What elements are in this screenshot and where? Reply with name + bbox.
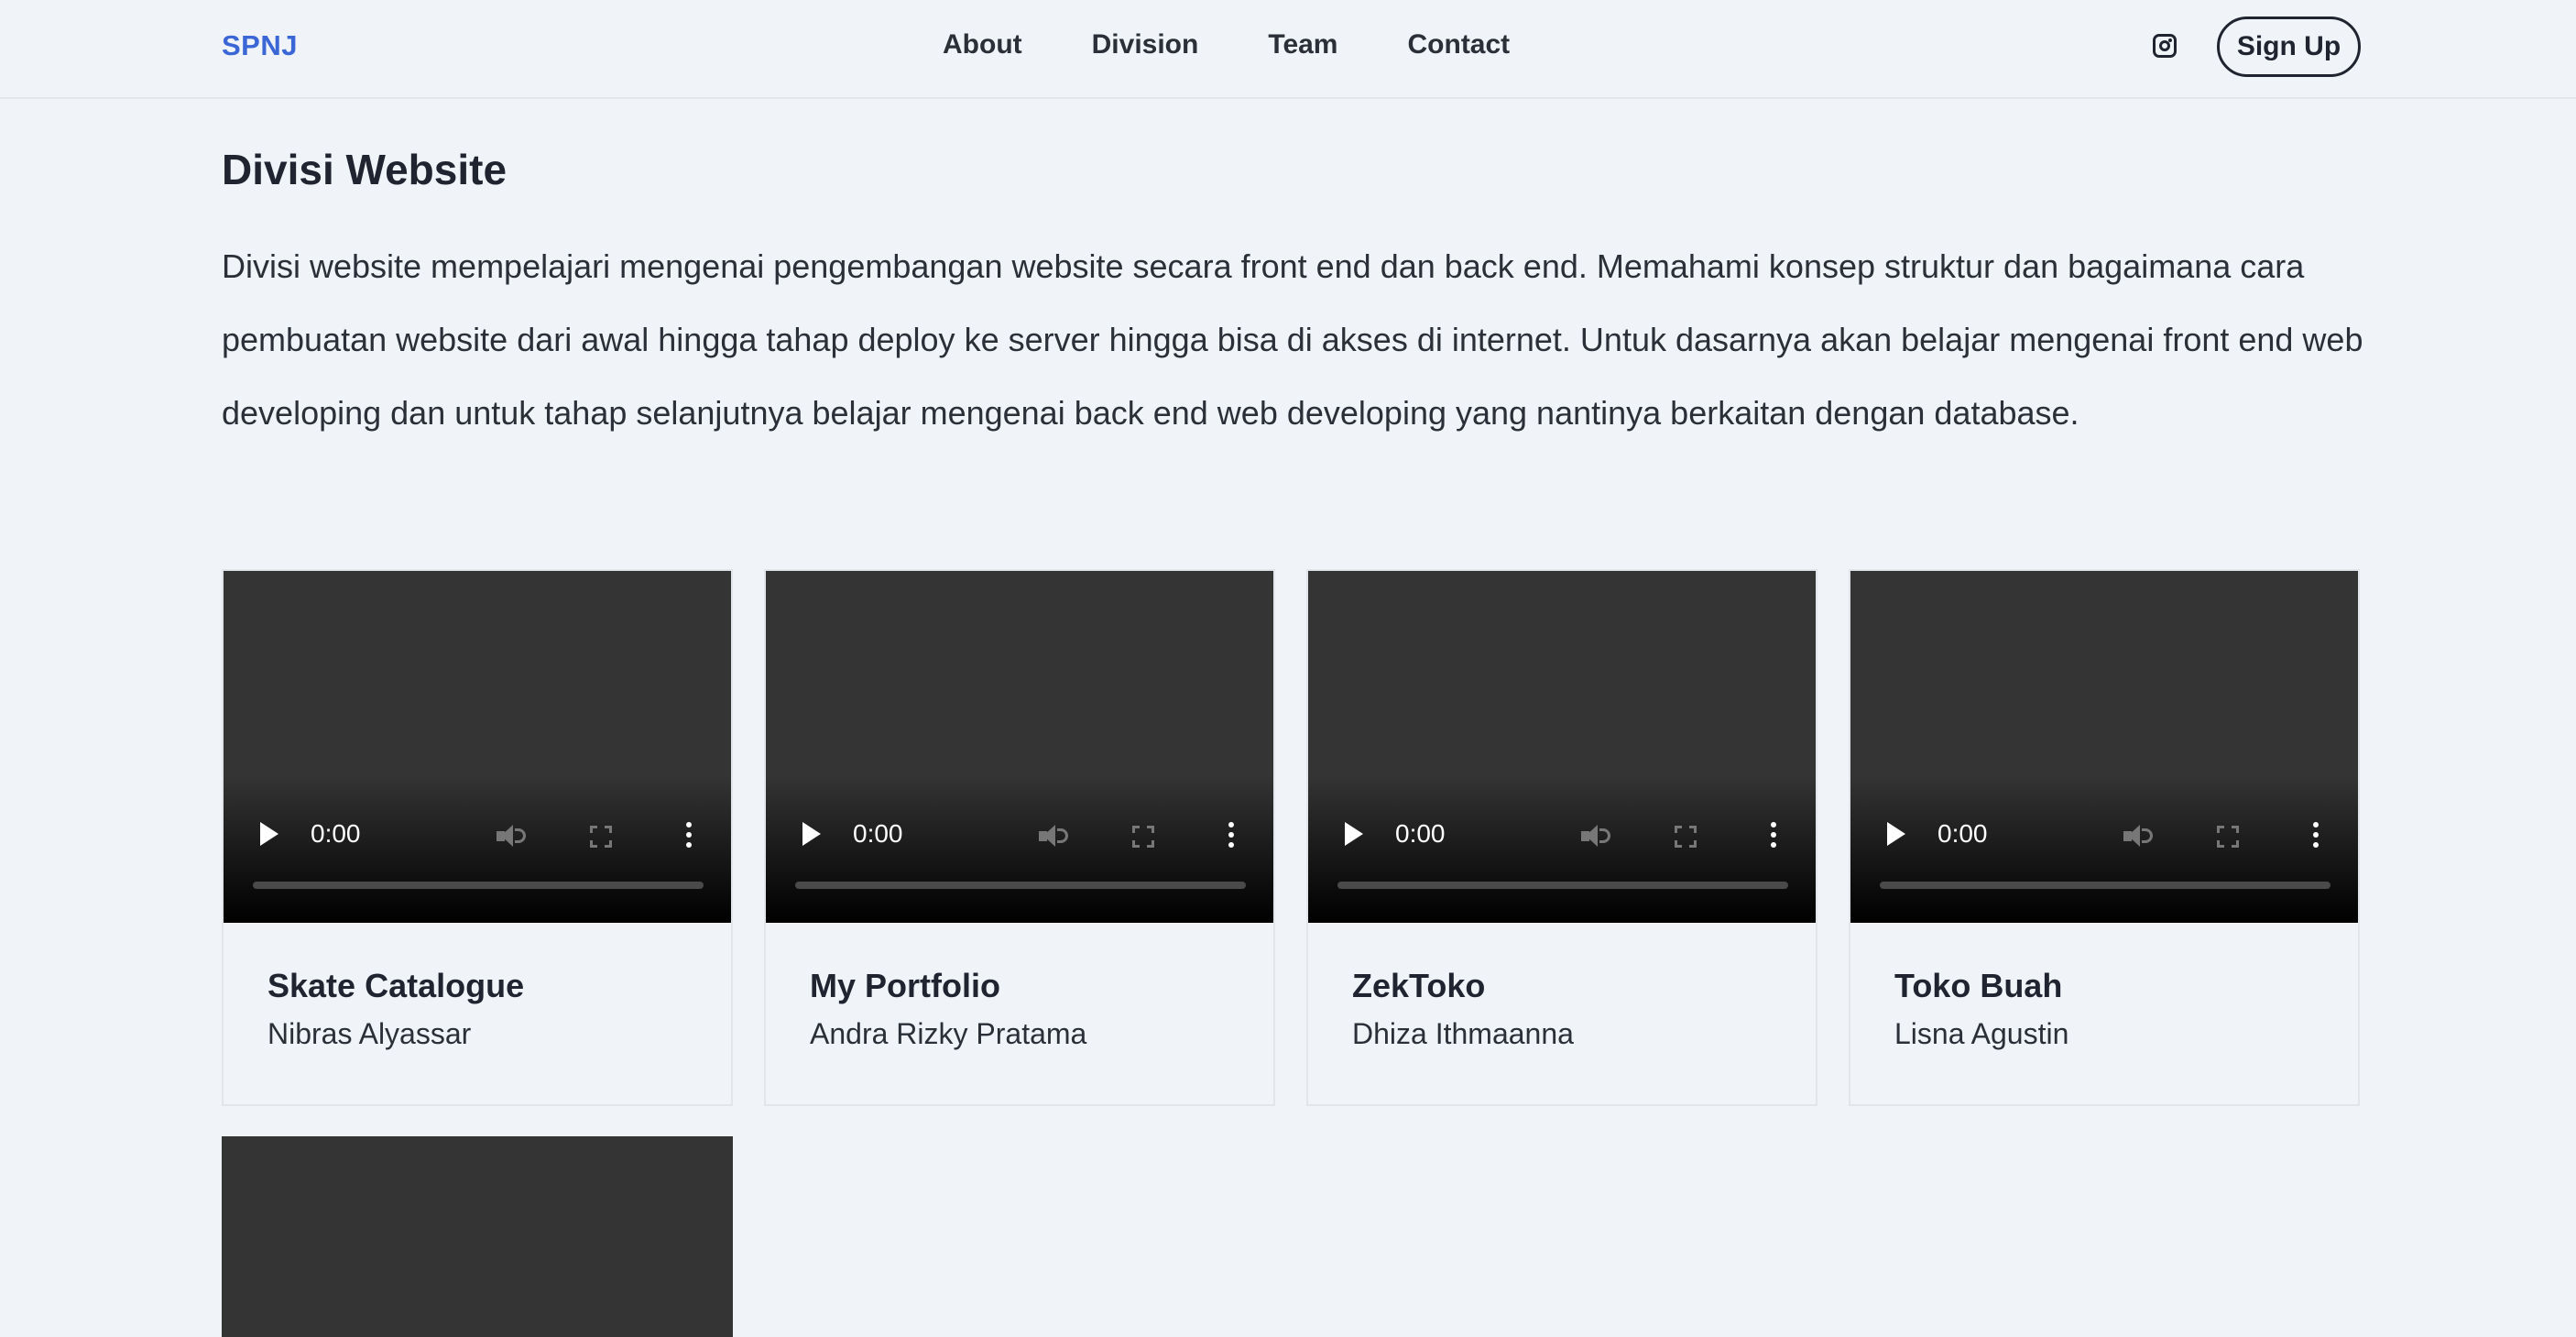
division-description: Divisi website mempelajari mengenai peng… <box>222 247 2363 432</box>
project-card: 0:00 Toko Buah Lisna Agustin <box>1849 569 2360 1106</box>
fullscreen-icon[interactable] <box>2217 826 2239 848</box>
video-time: 0:00 <box>311 819 361 848</box>
video-progress-bar[interactable] <box>253 882 704 889</box>
fullscreen-icon[interactable] <box>590 826 612 848</box>
page-title: Divisi Website <box>222 146 508 193</box>
video-progress-bar[interactable] <box>1337 882 1788 889</box>
video-progress-bar[interactable] <box>795 882 1246 889</box>
project-title: My Portfolio <box>810 967 1000 1004</box>
video-time: 0:00 <box>1937 819 1988 848</box>
play-icon[interactable] <box>1345 822 1363 846</box>
nav-links: About Division Team Contact <box>943 29 1510 60</box>
video-time: 0:00 <box>853 819 903 848</box>
play-icon[interactable] <box>260 822 278 846</box>
fullscreen-icon[interactable] <box>1675 826 1697 848</box>
mute-icon[interactable] <box>1581 824 1612 848</box>
project-card: 0:00 ZekToko Dhiza Ithmaanna <box>1306 569 1817 1106</box>
video-player[interactable]: 0:00 <box>1308 571 1816 923</box>
project-title: Toko Buah <box>1894 967 2063 1004</box>
project-author: Nibras Alyassar <box>267 1017 472 1050</box>
video-player[interactable]: 0:00 <box>224 571 731 923</box>
more-options-icon[interactable] <box>1228 822 1234 849</box>
project-author: Dhiza Ithmaanna <box>1352 1017 1574 1050</box>
mute-icon[interactable] <box>2123 824 2155 848</box>
nav-link-about[interactable]: About <box>943 29 1022 60</box>
project-title: Skate Catalogue <box>267 967 525 1004</box>
nav-link-contact[interactable]: Contact <box>1408 29 1511 60</box>
project-author: Andra Rizky Pratama <box>810 1017 1087 1050</box>
project-card: 0:00 My Portfolio Andra Rizky Pratama <box>764 569 1275 1106</box>
sign-up-button[interactable]: Sign Up <box>2217 16 2361 77</box>
brand-logo[interactable]: SPNJ <box>222 29 298 62</box>
project-card: 0:00 Skate Catalogue Nibras Alyassar <box>222 569 733 1106</box>
play-icon[interactable] <box>1887 822 1905 846</box>
mute-icon[interactable] <box>497 824 528 848</box>
nav-link-team[interactable]: Team <box>1268 29 1337 60</box>
more-options-icon[interactable] <box>686 822 692 849</box>
instagram-icon[interactable] <box>2153 34 2177 58</box>
project-title: ZekToko <box>1352 967 1486 1004</box>
mute-icon[interactable] <box>1039 824 1070 848</box>
fullscreen-icon[interactable] <box>1132 826 1154 848</box>
project-author: Lisna Agustin <box>1894 1017 2069 1050</box>
video-player[interactable]: 0:00 <box>1850 571 2358 923</box>
video-time: 0:00 <box>1395 819 1446 848</box>
more-options-icon[interactable] <box>1771 822 1776 849</box>
video-progress-bar[interactable] <box>1880 882 2330 889</box>
play-icon[interactable] <box>802 822 821 846</box>
video-player[interactable]: 0:00 <box>766 571 1273 923</box>
video-player[interactable] <box>222 1136 733 1337</box>
nav-link-division[interactable]: Division <box>1092 29 1199 60</box>
more-options-icon[interactable] <box>2313 822 2319 849</box>
navbar: SPNJ About Division Team Contact Sign Up <box>0 0 2576 99</box>
